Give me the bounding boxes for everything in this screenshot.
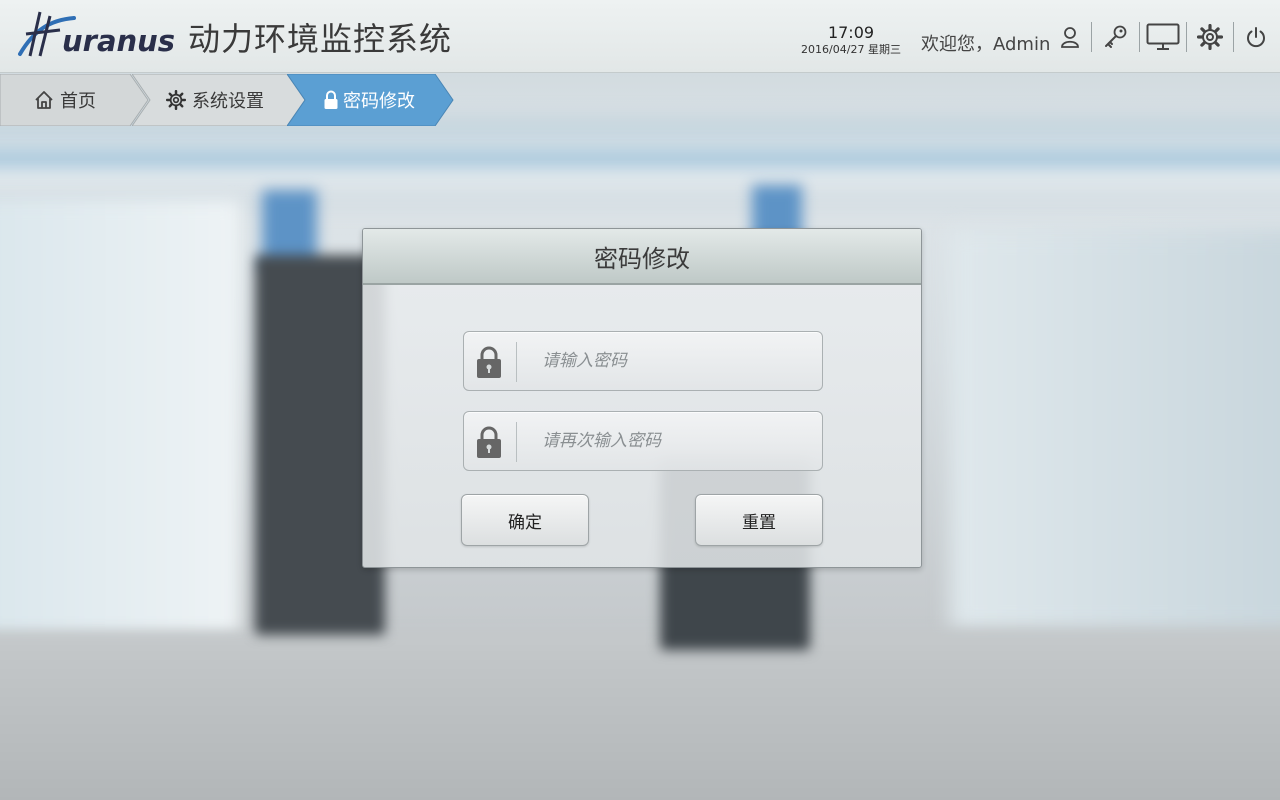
field-divider	[516, 342, 517, 382]
password-input[interactable]	[526, 332, 816, 390]
breadcrumb-item-settings[interactable]: 系统设置	[132, 74, 307, 126]
monitor-icon[interactable]	[1144, 20, 1182, 54]
reset-button[interactable]: 重置	[695, 494, 823, 546]
logo: uranus	[16, 8, 176, 64]
password-dialog: 密码修改 确定 重置	[362, 228, 922, 568]
key-icon[interactable]	[1100, 20, 1132, 54]
lock-icon	[477, 426, 501, 458]
user-icon[interactable]	[1056, 20, 1084, 54]
power-icon[interactable]	[1242, 20, 1270, 54]
clock: 17:09 2016/04/27 星期三	[792, 24, 910, 57]
breadcrumb-label: 系统设置	[192, 91, 264, 112]
clock-date: 2016/04/27 星期三	[801, 43, 901, 56]
home-icon	[35, 91, 53, 109]
breadcrumb-item-password[interactable]: 密码修改	[287, 74, 457, 126]
divider	[1139, 22, 1140, 52]
gear-icon	[166, 90, 186, 110]
top-header: uranus 动力环境监控系统 17:09 2016/04/27 星期三 欢迎您…	[0, 0, 1280, 73]
breadcrumb: 首页 系统设置 密码修改	[0, 74, 470, 126]
logo-text: uranus	[62, 24, 176, 58]
divider	[1091, 22, 1092, 52]
breadcrumb-label: 密码修改	[343, 91, 415, 112]
dialog-header: 密码修改	[363, 229, 921, 285]
app-title: 动力环境监控系统	[188, 20, 453, 58]
divider	[1186, 22, 1187, 52]
field-divider	[516, 422, 517, 462]
password-field	[463, 331, 823, 391]
confirm-button[interactable]: 确定	[461, 494, 589, 546]
clock-time: 17:09	[827, 23, 875, 42]
gear-icon[interactable]	[1193, 20, 1227, 54]
lock-icon	[477, 346, 501, 378]
welcome-text: 欢迎您，Admin	[921, 34, 1051, 55]
breadcrumb-label: 首页	[60, 91, 96, 112]
lock-icon	[324, 90, 338, 109]
confirm-password-field	[463, 411, 823, 471]
divider	[1233, 22, 1234, 52]
dialog-title: 密码修改	[594, 244, 690, 273]
breadcrumb-item-home[interactable]: 首页	[0, 74, 150, 126]
confirm-password-input[interactable]	[526, 412, 816, 470]
